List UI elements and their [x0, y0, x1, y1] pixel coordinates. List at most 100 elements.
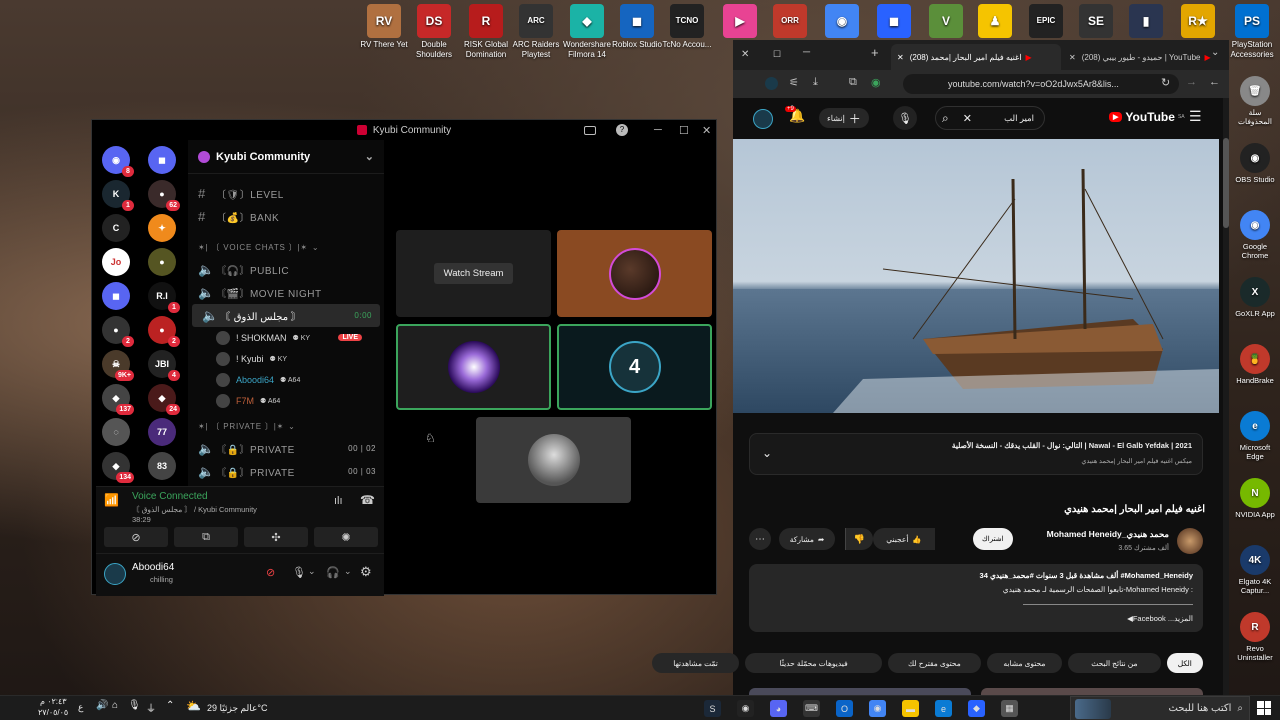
description-more[interactable]: ◀Facebook ...المزيد: [1127, 614, 1193, 623]
network-icon[interactable]: ⌂: [112, 700, 118, 711]
gear-icon[interactable]: ⚙: [360, 564, 372, 580]
search-bar[interactable]: ⌕ ✕ امير الب: [935, 106, 1045, 130]
voice-channel-movie-night[interactable]: 🔈 〘🎬〙MOVIE NIGHT: [188, 281, 384, 304]
server-icon[interactable]: ◼: [148, 146, 176, 174]
clock[interactable]: ٠٢:٤٣ م: [40, 697, 67, 706]
chevron-down-icon[interactable]: ⌄: [308, 566, 316, 577]
minimize-button[interactable]: ─: [803, 47, 810, 58]
description-box[interactable]: 34 ألف مشاهدة قبل 3 سنوات #محمد_هنيدي #M…: [749, 564, 1203, 632]
private-channel-1[interactable]: 🔈 〘🔒〙PRIVATE 00 | 02: [188, 437, 384, 460]
dislike-button[interactable]: 👎: [845, 528, 873, 550]
profile-icon[interactable]: [765, 77, 778, 90]
channel-avatar[interactable]: [1177, 528, 1203, 554]
chip[interactable]: فيديوهات محمّلة حديثًا: [745, 653, 883, 673]
subscribe-button[interactable]: اشتراك: [973, 528, 1013, 550]
date[interactable]: ٢٧/٠٥/٠٥: [38, 708, 68, 717]
language-indicator[interactable]: ع: [78, 702, 83, 713]
tab-inactive[interactable]: ✕ (208) حميدو - طيور بيبي | YouTube ▶: [1063, 44, 1213, 70]
category-private[interactable]: ✶| 〔 PRIVATE 〕|✶ ⌄: [188, 415, 384, 437]
weather[interactable]: عالم جزئيًا 29°C: [207, 703, 267, 714]
screen-share-button[interactable]: ⧉: [174, 527, 238, 547]
usb-icon[interactable]: ⏚: [146, 700, 156, 715]
edge-icon[interactable]: e: [935, 700, 952, 717]
server-icon[interactable]: ● 2: [102, 316, 134, 347]
server-icon[interactable]: ◆ 134: [102, 452, 134, 483]
chip[interactable]: محتوى مشابه: [986, 653, 1063, 673]
server-header[interactable]: Kyubi Community ⌄: [188, 140, 384, 174]
server-icon[interactable]: ◌: [102, 418, 130, 446]
discord-window[interactable]: Kyubi Community ? ─ ☐ ✕ ◉ 8 K 1 C Jo ◼ ● 2 ☠ 9K+ ◆ 1…: [91, 119, 717, 596]
server-icon[interactable]: 77: [148, 418, 176, 446]
user-tile-2[interactable]: [396, 324, 551, 410]
desktop-icon[interactable]: 🗑 سلة المحذوفات: [1232, 76, 1278, 126]
desktop-icon[interactable]: DS Double Shoulders: [404, 4, 464, 60]
channel-level[interactable]: # 〔🛡〕LEVEL: [188, 182, 384, 205]
tab-restore-icon[interactable]: ☐: [773, 49, 781, 60]
voice-user[interactable]: Aboodi64 ⚉ A64: [188, 369, 384, 390]
camera-icon[interactable]: ⊘: [266, 566, 275, 579]
desktop-icon[interactable]: TCNO TcNo Accou...: [657, 4, 717, 50]
voice-status[interactable]: Voice Connected: [132, 491, 208, 502]
server-icon[interactable]: 83: [148, 452, 176, 480]
soundboard-button[interactable]: ✺: [314, 527, 378, 547]
server-icon[interactable]: ◼: [102, 282, 130, 310]
chip[interactable]: محتوى مقترح لك: [888, 653, 981, 673]
desktop-icon[interactable]: R Revo Uninstaller: [1232, 612, 1278, 662]
maximize-button[interactable]: ☐: [679, 120, 689, 140]
voice-channel-active[interactable]: 🔈 〘 مجلس الذوق 〙 0:00: [192, 304, 380, 327]
chip[interactable]: من نتائج البحث: [1068, 653, 1161, 673]
voice-user[interactable]: F7M ⚉ A64: [188, 390, 384, 411]
close-button[interactable]: ✕: [702, 120, 711, 140]
desktop-icon[interactable]: ◉ Google Chrome: [1232, 210, 1278, 260]
disconnect-icon[interactable]: ☎: [360, 493, 375, 507]
new-tab-button[interactable]: +: [871, 45, 879, 60]
camera-off-button[interactable]: ⊘: [104, 527, 168, 547]
desktop-icon[interactable]: 🍍 HandBrake: [1232, 344, 1278, 385]
tab-active[interactable]: ✕ (208) اغنيه فيلم امير البحار |محمد ▶: [891, 44, 1061, 70]
voice-channel-public[interactable]: 🔈 〘🎧〙PUBLIC: [188, 258, 384, 281]
server-icon[interactable]: ✦: [148, 214, 176, 242]
microphone-icon[interactable]: 🎙: [292, 566, 306, 579]
playlist-card[interactable]: ⌄ التالي: نوال - القلب يدقك - النسخة الأ…: [749, 433, 1203, 475]
server-icon[interactable]: K1: [102, 180, 134, 211]
reload-button[interactable]: ↻: [1161, 76, 1170, 89]
chrome-icon[interactable]: ◉: [869, 700, 886, 717]
voice-user[interactable]: ! Kyubi ⚉ KY: [188, 348, 384, 369]
chip[interactable]: تمّت مشاهدتها: [652, 653, 739, 673]
inbox-icon[interactable]: [584, 125, 596, 135]
server-icon[interactable]: ◉ 8: [102, 146, 134, 177]
help-icon[interactable]: ?: [616, 124, 628, 136]
user-tile-3[interactable]: 4: [557, 324, 712, 410]
desktop-icon[interactable]: R★: [1168, 4, 1228, 40]
channel-bank[interactable]: # 〔💰〕BANK: [188, 205, 384, 228]
chrome-window[interactable]: ✕ ☐ ─ + ✕ (208) اغنيه فيلم امير البحار |…: [652, 40, 1229, 695]
watch-stream-tile[interactable]: Watch Stream: [396, 230, 551, 317]
category-voice-chats[interactable]: ✶| 〔 VOICE CHATS 〕|✶ ⌄: [188, 236, 384, 258]
search-input[interactable]: امير الب: [1004, 113, 1034, 124]
youtube-logo[interactable]: ▶ YouTube SA: [1109, 110, 1185, 124]
menu-icon[interactable]: ☰: [1189, 108, 1202, 125]
desktop-icon[interactable]: ORR: [760, 4, 820, 40]
voice-location[interactable]: 〘 مجلس الذوق 〙 / Kyubi Community: [132, 504, 257, 515]
server-icon[interactable]: JBI 4: [148, 350, 180, 381]
server-icon[interactable]: R.I 1: [148, 282, 180, 313]
yt-avatar[interactable]: [753, 109, 773, 129]
desktop-icon[interactable]: 4K Elgato 4K Captur...: [1232, 545, 1278, 595]
avatar[interactable]: [104, 563, 126, 585]
desktop-icon[interactable]: e Microsoft Edge: [1232, 411, 1278, 461]
weather-icon[interactable]: ⛅: [186, 699, 201, 713]
desktop-icon[interactable]: PS PlayStation Accessories: [1222, 4, 1280, 60]
trello-icon[interactable]: ▦: [1001, 700, 1018, 717]
video-player[interactable]: [733, 139, 1219, 413]
search-icon[interactable]: ⌕: [942, 111, 949, 126]
extension-icon[interactable]: ◉: [871, 76, 881, 89]
like-button[interactable]: أعجبني 👍: [873, 528, 935, 550]
app-icon[interactable]: ◆: [968, 700, 985, 717]
user-tile-1[interactable]: [557, 230, 712, 317]
desktop-icon[interactable]: N NVIDIA App: [1232, 478, 1278, 519]
server-icon[interactable]: ☠ 9K+: [102, 350, 134, 381]
forward-button[interactable]: →: [1186, 76, 1197, 88]
microphone-icon[interactable]: 🎙: [893, 106, 917, 130]
tray-chevron-icon[interactable]: ⌃: [166, 700, 174, 711]
chevron-down-icon[interactable]: ⌄: [344, 566, 352, 577]
